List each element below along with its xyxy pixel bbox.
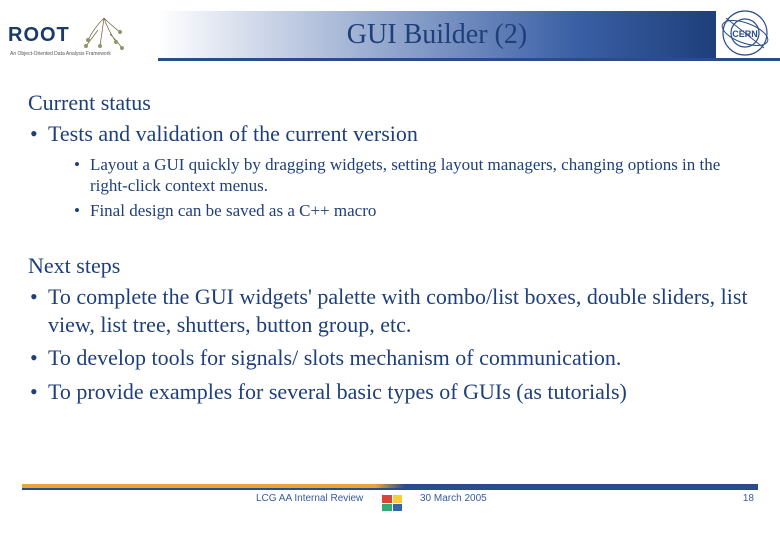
slide-header: ROOT An Object-Oriented Data Analysis Fr… (0, 0, 780, 70)
list-item-text: Layout a GUI quickly by dragging widgets… (90, 154, 752, 197)
cern-text: CERN (732, 29, 758, 39)
list-item-text: To develop tools for signals/ slots mech… (48, 344, 621, 372)
cern-logo-icon: CERN (718, 6, 772, 60)
list-item: • To provide examples for several basic … (30, 378, 752, 406)
bullet-icon: • (30, 120, 48, 148)
list-item: • Layout a GUI quickly by dragging widge… (74, 154, 752, 197)
lcg-logo-icon (382, 495, 402, 511)
title-bar: GUI Builder (2) (158, 11, 716, 59)
list-item-text: Final design can be saved as a C++ macro (90, 200, 376, 221)
slide-footer: LCG AA Internal Review 30 March 2005 18 (0, 484, 780, 524)
bullet-icon: • (30, 283, 48, 311)
slide-body: Current status • Tests and validation of… (0, 70, 780, 421)
footer-divider (22, 484, 758, 488)
root-tree-icon (74, 10, 134, 60)
footer-title: LCG AA Internal Review (256, 493, 363, 504)
list-item-text: Tests and validation of the current vers… (48, 120, 418, 148)
bullet-icon: • (30, 344, 48, 372)
list-item: • Final design can be saved as a C++ mac… (74, 200, 752, 221)
root-logo-text: ROOT (8, 24, 70, 47)
bullet-icon: • (74, 200, 90, 221)
title-underline (158, 58, 780, 61)
list-item-text: To complete the GUI widgets' palette wit… (48, 283, 752, 338)
list-item: • To complete the GUI widgets' palette w… (30, 283, 752, 338)
footer-date: 30 March 2005 (420, 493, 487, 504)
root-logo: ROOT An Object-Oriented Data Analysis Fr… (8, 5, 158, 65)
list-item-text: To provide examples for several basic ty… (48, 378, 627, 406)
bullet-icon: • (74, 154, 90, 175)
slide-title: GUI Builder (2) (347, 19, 527, 51)
bullet-icon: • (30, 378, 48, 406)
section-heading: Current status (28, 90, 752, 116)
list-item: • Tests and validation of the current ve… (30, 120, 752, 148)
section-heading: Next steps (28, 253, 752, 279)
list-item: • To develop tools for signals/ slots me… (30, 344, 752, 372)
page-number: 18 (743, 493, 754, 504)
